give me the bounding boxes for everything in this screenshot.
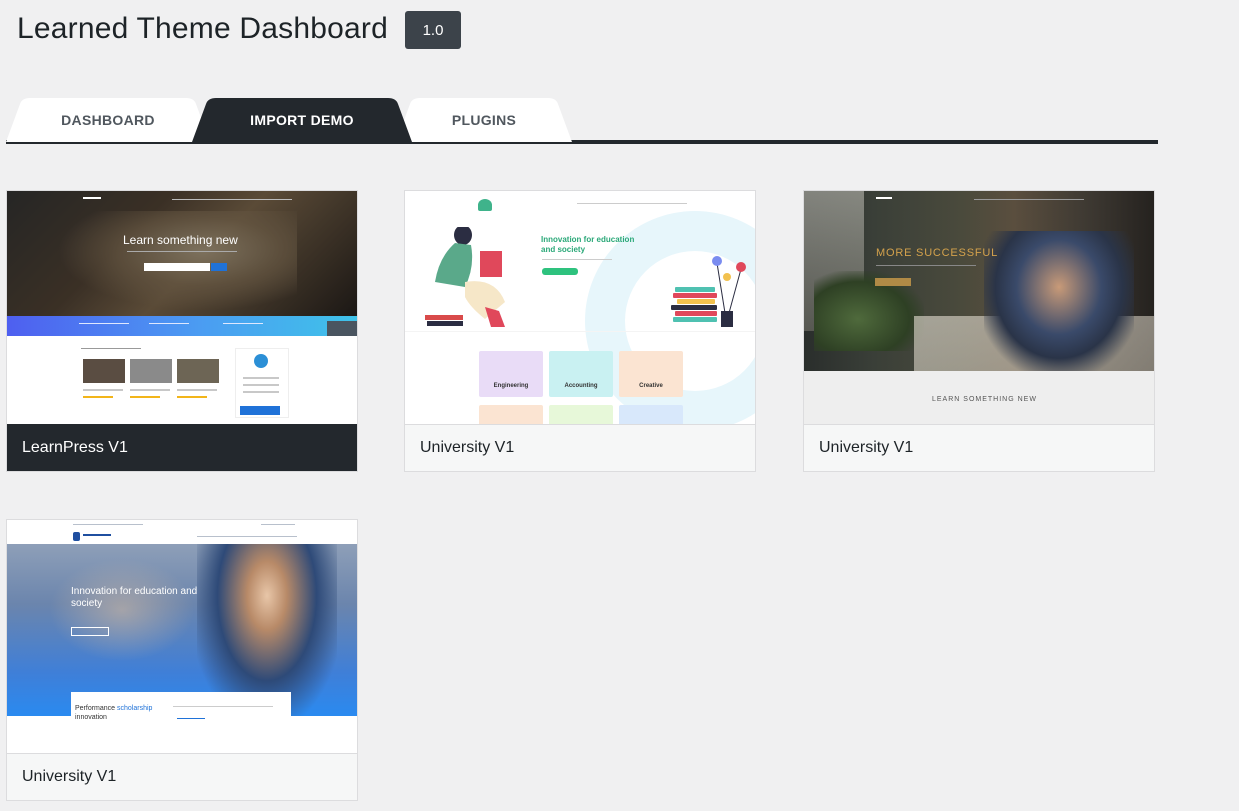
demo-name: LearnPress V1 — [7, 424, 357, 471]
tab-bar: DASHBOARD PLUGINS IMPORT DEMO — [6, 98, 1158, 146]
preview-panel-text: Performance scholarship innovation — [75, 705, 153, 721]
preview-hero-text: Learn something new — [123, 233, 238, 247]
version-badge: 1.0 — [405, 11, 461, 49]
preview-hero-text: Innovation for education and society — [71, 586, 198, 609]
tab-dashboard[interactable]: DASHBOARD — [6, 98, 210, 142]
demo-name: University V1 — [804, 424, 1154, 471]
preview-box-creative: Creative — [619, 351, 683, 397]
demo-card-university-3[interactable]: Innovation for education and society Per… — [6, 519, 358, 801]
demo-card-university-2[interactable]: MORE SUCCESSFUL LEARN SOMETHING NEW Univ… — [803, 190, 1155, 472]
demo-name: University V1 — [7, 753, 357, 800]
preview-box-engineering: Engineering — [479, 351, 543, 397]
demo-preview: MORE SUCCESSFUL LEARN SOMETHING NEW — [804, 191, 1154, 424]
demo-card-university-1[interactable]: Innovation for education and society Eng… — [404, 190, 756, 472]
preview-box-accounting: Accounting — [549, 351, 613, 397]
tab-import-demo[interactable]: IMPORT DEMO — [192, 98, 412, 142]
preview-hero-text: Innovation for education and society — [541, 235, 635, 254]
tab-plugins[interactable]: PLUGINS — [396, 98, 572, 142]
demo-preview: Learn something new — [7, 191, 357, 424]
preview-hero-text: MORE SUCCESSFUL — [876, 247, 999, 259]
preview-section-text: LEARN SOMETHING NEW — [932, 396, 1037, 403]
demo-name: University V1 — [405, 424, 755, 471]
page-title: Learned Theme Dashboard — [17, 12, 388, 45]
demo-card-learnpress[interactable]: Learn something new LearnPress V1 — [6, 190, 358, 472]
demo-preview: Innovation for education and society Eng… — [405, 191, 755, 424]
demo-preview: Innovation for education and society Per… — [7, 520, 357, 753]
